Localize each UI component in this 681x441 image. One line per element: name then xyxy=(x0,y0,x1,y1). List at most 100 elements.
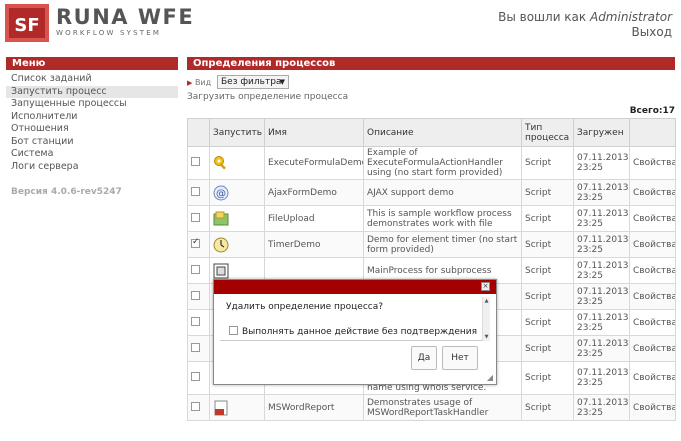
description-cell: Example of ExecuteFormulaActionHandler u… xyxy=(363,146,522,180)
row-checkbox[interactable] xyxy=(191,372,200,381)
properties-link[interactable]: Свойства xyxy=(629,335,676,362)
row-checkbox[interactable] xyxy=(191,186,200,196)
row-checkbox[interactable] xyxy=(191,316,200,326)
col-type[interactable]: Тип процесса xyxy=(521,118,574,147)
properties-link[interactable]: Свойства xyxy=(629,361,676,395)
resize-handle-icon[interactable]: ◢ xyxy=(487,373,493,382)
menu-item-tasks[interactable]: Список заданий xyxy=(6,73,178,86)
properties-link[interactable]: Свойства xyxy=(629,179,676,206)
table-row[interactable]: @ AjaxFormDemo AJAX support demo Script 07.1… xyxy=(187,179,676,206)
loaded-cell: 07.11.2013 23:25 xyxy=(573,394,630,421)
menu-item-relations[interactable]: Отношения xyxy=(6,123,178,136)
col-select xyxy=(187,118,210,147)
row-checkbox[interactable] xyxy=(191,290,200,300)
type-cell: Script xyxy=(521,257,574,284)
logout-link[interactable]: Выход xyxy=(498,25,672,40)
col-start[interactable]: Запустить xyxy=(209,118,265,147)
skip-confirmation-checkbox[interactable] xyxy=(229,326,238,335)
type-cell: Script xyxy=(521,335,574,362)
menu-item-bot-stations[interactable]: Бот станции xyxy=(6,136,178,149)
yes-button[interactable]: Да xyxy=(411,346,437,370)
row-select-cell xyxy=(187,179,210,206)
upload-definition-link[interactable]: Загрузить определение процесса xyxy=(187,91,675,103)
logo-title: RUNA WFE xyxy=(56,5,195,29)
description-cell: Demo for element timer (no start form pr… xyxy=(363,231,522,258)
properties-link[interactable]: Свойства xyxy=(629,231,676,258)
row-select-cell xyxy=(187,309,210,336)
start-cell[interactable] xyxy=(209,231,265,258)
menu-item-start-process[interactable]: Запустить процесс xyxy=(6,85,178,98)
dialog-titlebar[interactable]: × xyxy=(214,280,496,294)
scroll-up-icon[interactable]: ▲ xyxy=(483,298,490,304)
row-checkbox[interactable] xyxy=(191,401,200,411)
description-cell: This is sample workflow process demonstr… xyxy=(363,205,522,232)
at-icon[interactable]: @ xyxy=(213,185,229,201)
type-cell: Script xyxy=(521,309,574,336)
col-description[interactable]: Описание xyxy=(363,118,522,147)
table-row[interactable]: ExecuteFormulaDemo Example of ExecuteForm… xyxy=(187,146,676,180)
triangle-right-icon: ▶ xyxy=(187,79,193,87)
name-cell: MSWordReport xyxy=(264,394,364,421)
word-icon[interactable] xyxy=(213,400,229,416)
name-cell: AjaxFormDemo xyxy=(264,179,364,206)
timer-icon[interactable] xyxy=(213,237,229,253)
name-cell: ExecuteFormulaDemo xyxy=(264,146,364,180)
page-title: Определения процессов xyxy=(187,57,675,70)
scroll-down-icon[interactable]: ▼ xyxy=(483,334,490,340)
runa-logo-icon: SF xyxy=(5,4,49,42)
row-checkbox[interactable] xyxy=(191,264,200,274)
table-row[interactable]: TimerDemoDemo for element timer (no star… xyxy=(187,231,676,258)
filter-select[interactable]: Без фильтра ▼ xyxy=(217,75,289,89)
sidebar-menu: Меню Список заданий Запустить процесс За… xyxy=(6,57,178,197)
row-select-cell xyxy=(187,205,210,232)
logged-in-as: Вы вошли как Administrator xyxy=(498,10,672,24)
table-row[interactable]: MSWordReport Demonstrates usage of MSWord… xyxy=(187,394,676,421)
skip-confirmation-option[interactable]: Выполнять данное действие без подтвержде… xyxy=(229,326,477,337)
start-cell[interactable]: @ xyxy=(209,179,265,206)
dialog-scrollbar[interactable]: ▲ ▼ xyxy=(482,297,490,341)
menu-item-server-logs[interactable]: Логи сервера xyxy=(6,161,178,174)
start-cell[interactable] xyxy=(209,146,265,180)
upload-icon[interactable] xyxy=(213,211,229,227)
loaded-cell: 07.11.2013 23:25 xyxy=(573,146,630,180)
version-label: Версия 4.0.6-rev5247 xyxy=(11,187,122,197)
logo-subtitle: WORKFLOW SYSTEM xyxy=(56,29,162,37)
col-name[interactable]: Имя xyxy=(264,118,364,147)
menu-title: Меню xyxy=(6,57,178,70)
loaded-cell: 07.11.2013 23:25 xyxy=(573,231,630,258)
row-select-cell xyxy=(187,335,210,362)
loaded-cell: 07.11.2013 23:25 xyxy=(573,335,630,362)
dialog-question: Удалить определение процесса? xyxy=(226,302,384,312)
menu-item-running-processes[interactable]: Запущенные процессы xyxy=(6,98,178,111)
row-checkbox[interactable] xyxy=(191,212,200,222)
properties-link[interactable]: Свойства xyxy=(629,309,676,336)
row-checkbox[interactable] xyxy=(191,237,200,248)
svg-text:SF: SF xyxy=(14,15,39,36)
row-checkbox[interactable] xyxy=(191,157,200,166)
dialog-buttons: Да Нет xyxy=(406,346,478,370)
properties-link[interactable]: Свойства xyxy=(629,283,676,310)
properties-link[interactable]: Свойства xyxy=(629,257,676,284)
start-cell[interactable] xyxy=(209,394,265,421)
properties-link[interactable]: Свойства xyxy=(629,146,676,180)
col-props xyxy=(629,118,676,147)
menu-item-executors[interactable]: Исполнители xyxy=(6,111,178,124)
no-button[interactable]: Нет xyxy=(442,346,478,370)
start-cell[interactable] xyxy=(209,205,265,232)
view-toggle[interactable]: ▶ Вид xyxy=(187,78,211,87)
process-icon[interactable] xyxy=(213,263,229,279)
table-row[interactable]: FileUpload This is sample workflow proces… xyxy=(187,205,676,232)
close-icon[interactable]: × xyxy=(481,282,490,291)
col-loaded[interactable]: Загружен xyxy=(573,118,630,147)
row-select-cell xyxy=(187,283,210,310)
properties-link[interactable]: Свойства xyxy=(629,394,676,421)
menu-item-system[interactable]: Система xyxy=(6,148,178,161)
type-cell: Script xyxy=(521,361,574,395)
loaded-cell: 07.11.2013 23:25 xyxy=(573,205,630,232)
type-cell: Script xyxy=(521,179,574,206)
row-checkbox[interactable] xyxy=(191,342,200,352)
properties-link[interactable]: Свойства xyxy=(629,205,676,232)
chevron-down-icon: ▼ xyxy=(279,78,285,86)
type-cell: Script xyxy=(521,231,574,258)
key-icon[interactable] xyxy=(213,155,229,171)
